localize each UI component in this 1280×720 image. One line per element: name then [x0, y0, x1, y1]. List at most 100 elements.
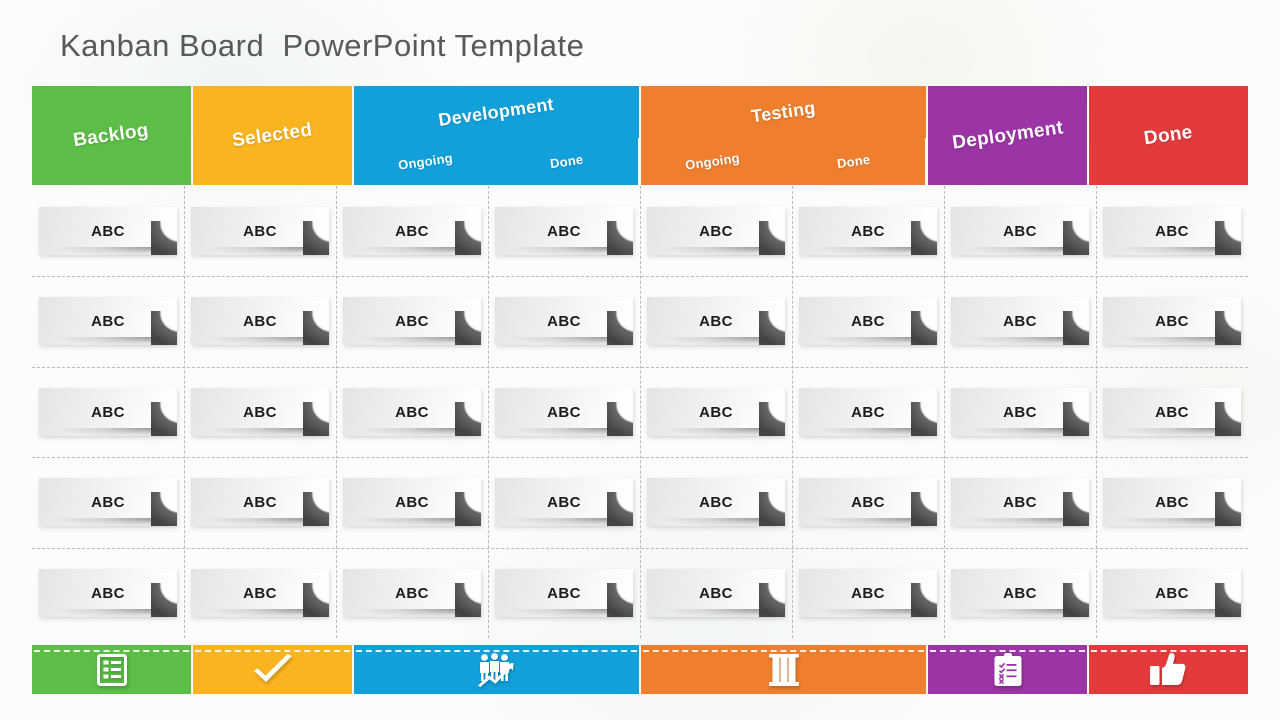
kanban-card-label: ABC [91, 584, 125, 602]
kanban-card[interactable]: ABC [799, 478, 937, 527]
kanban-card[interactable]: ABC [1103, 388, 1241, 437]
kanban-card-label: ABC [1155, 403, 1189, 421]
footer-cell-development[interactable] [354, 645, 639, 694]
kanban-card[interactable]: ABC [1103, 569, 1241, 618]
kanban-card[interactable]: ABC [799, 569, 937, 618]
kanban-card[interactable]: ABC [343, 297, 481, 346]
subcolumn-header-development-ongoing[interactable]: Ongoing [354, 138, 496, 185]
test-tubes-icon[interactable] [767, 653, 801, 687]
kanban-card[interactable]: ABC [39, 478, 177, 527]
kanban-card[interactable]: ABC [951, 207, 1089, 256]
card-cell-selected-3: ABC [184, 367, 336, 457]
footer-cell-selected[interactable] [193, 645, 352, 694]
kanban-card-label: ABC [851, 584, 885, 602]
card-grid: ABC ABC ABC ABC ABC ABC ABC ABC ABC ABC ABC ABC ABC A… [32, 186, 1248, 638]
kanban-card[interactable]: ABC [647, 388, 785, 437]
footer-cell-testing[interactable] [641, 645, 926, 694]
kanban-card-label: ABC [547, 403, 581, 421]
card-cell-testing-done-3: ABC [792, 367, 944, 457]
subcolumn-header-testing-ongoing[interactable]: Ongoing [641, 138, 783, 185]
kanban-card[interactable]: ABC [191, 207, 329, 256]
card-cell-development-done-2: ABC [488, 276, 640, 366]
kanban-card[interactable]: ABC [495, 297, 633, 346]
kanban-card[interactable]: ABC [495, 569, 633, 618]
kanban-card[interactable]: ABC [495, 478, 633, 527]
kanban-card[interactable]: ABC [647, 207, 785, 256]
card-cell-done-2: ABC [1096, 276, 1248, 366]
card-cell-testing-ongoing-1: ABC [640, 186, 792, 276]
kanban-card-label: ABC [243, 222, 277, 240]
checklist-icon[interactable] [96, 653, 127, 686]
kanban-card[interactable]: ABC [1103, 297, 1241, 346]
kanban-card-label: ABC [851, 403, 885, 421]
column-title-block-development: Development [354, 86, 639, 138]
column-header-done[interactable]: Done [1089, 86, 1248, 185]
subcolumn-header-development-done[interactable]: Done [496, 138, 638, 185]
column-header-testing[interactable]: Testing Ongoing Done [641, 86, 926, 185]
card-cell-development-ongoing-2: ABC [336, 276, 488, 366]
card-cell-deployment-2: ABC [944, 276, 1096, 366]
subcolumn-title-development-done: Done [549, 151, 585, 172]
kanban-card-label: ABC [243, 312, 277, 330]
column-header-development[interactable]: Development Ongoing Done [354, 86, 639, 185]
column-header-deployment[interactable]: Deployment [928, 86, 1087, 185]
clipboard-check-icon[interactable] [993, 652, 1023, 687]
kanban-card[interactable]: ABC [951, 478, 1089, 527]
card-cell-selected-4: ABC [184, 457, 336, 547]
kanban-card[interactable]: ABC [191, 569, 329, 618]
kanban-card[interactable]: ABC [647, 478, 785, 527]
kanban-card-label: ABC [395, 493, 429, 511]
team-growth-icon[interactable] [476, 652, 518, 687]
column-header-selected[interactable]: Selected [193, 86, 352, 185]
footer-icon-bar [32, 645, 1248, 694]
card-cell-development-ongoing-1: ABC [336, 186, 488, 276]
kanban-card-label: ABC [547, 584, 581, 602]
kanban-card[interactable]: ABC [1103, 478, 1241, 527]
card-cell-development-ongoing-3: ABC [336, 367, 488, 457]
kanban-card-label: ABC [395, 312, 429, 330]
kanban-card[interactable]: ABC [951, 569, 1089, 618]
subcolumn-title-development-ongoing: Ongoing [396, 150, 454, 173]
kanban-card[interactable]: ABC [799, 297, 937, 346]
column-title-done: Done [1142, 121, 1194, 149]
footer-cell-deployment[interactable] [928, 645, 1087, 694]
kanban-card[interactable]: ABC [951, 388, 1089, 437]
kanban-card[interactable]: ABC [951, 297, 1089, 346]
kanban-card[interactable]: ABC [39, 569, 177, 618]
kanban-card[interactable]: ABC [1103, 207, 1241, 256]
card-cell-backlog-5: ABC [32, 548, 184, 638]
kanban-card[interactable]: ABC [343, 388, 481, 437]
kanban-card[interactable]: ABC [495, 388, 633, 437]
kanban-card[interactable]: ABC [343, 207, 481, 256]
kanban-card[interactable]: ABC [39, 388, 177, 437]
card-cell-done-4: ABC [1096, 457, 1248, 547]
kanban-card[interactable]: ABC [647, 297, 785, 346]
footer-cell-backlog[interactable] [32, 645, 191, 694]
kanban-card[interactable]: ABC [191, 478, 329, 527]
column-header-backlog[interactable]: Backlog [32, 86, 191, 185]
kanban-card[interactable]: ABC [799, 207, 937, 256]
kanban-card[interactable]: ABC [495, 207, 633, 256]
footer-cell-done[interactable] [1089, 645, 1248, 694]
kanban-card[interactable]: ABC [647, 569, 785, 618]
kanban-card-label: ABC [1155, 493, 1189, 511]
kanban-card[interactable]: ABC [343, 569, 481, 618]
kanban-card[interactable]: ABC [799, 388, 937, 437]
kanban-card[interactable]: ABC [39, 207, 177, 256]
thumbs-up-icon[interactable] [1149, 652, 1189, 687]
kanban-card-label: ABC [1003, 222, 1037, 240]
check-icon[interactable] [252, 653, 294, 686]
kanban-card[interactable]: ABC [191, 297, 329, 346]
subcolumn-header-testing-done[interactable]: Done [783, 138, 925, 185]
column-title-testing: Testing [749, 97, 817, 126]
kanban-card[interactable]: ABC [39, 297, 177, 346]
card-cell-done-3: ABC [1096, 367, 1248, 457]
kanban-card-label: ABC [91, 493, 125, 511]
card-cell-testing-ongoing-4: ABC [640, 457, 792, 547]
kanban-card[interactable]: ABC [343, 478, 481, 527]
card-cell-done-1: ABC [1096, 186, 1248, 276]
card-cell-selected-2: ABC [184, 276, 336, 366]
kanban-card-label: ABC [1003, 312, 1037, 330]
kanban-card[interactable]: ABC [191, 388, 329, 437]
column-title-backlog: Backlog [72, 119, 151, 151]
